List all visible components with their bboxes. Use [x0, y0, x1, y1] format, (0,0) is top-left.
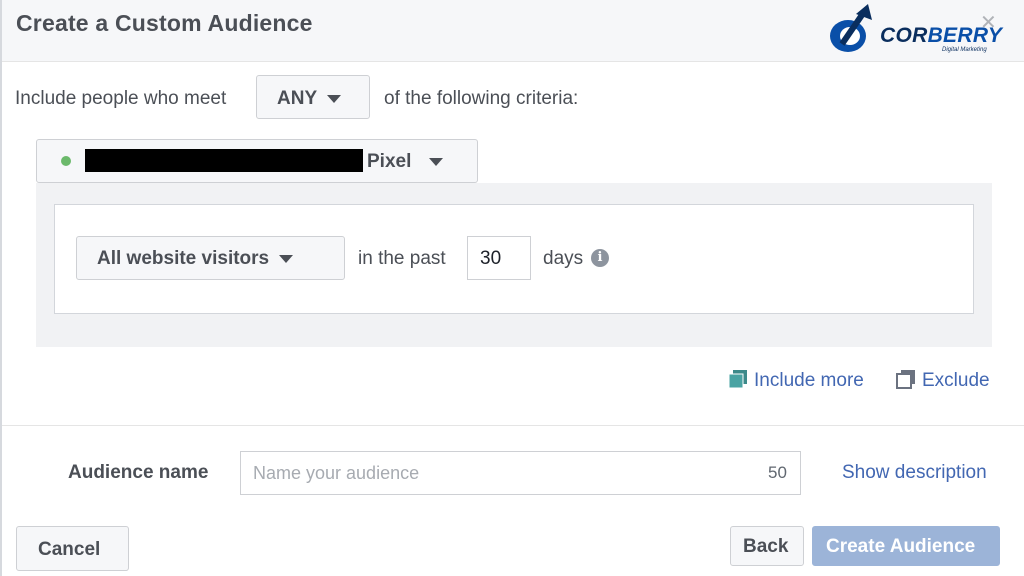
status-dot-icon: [61, 156, 71, 166]
chevron-down-icon: [279, 254, 294, 263]
cancel-button[interactable]: Cancel: [16, 526, 129, 571]
logo-tagline: Digital Marketing: [942, 47, 987, 53]
chevron-down-icon: [327, 94, 342, 103]
character-count: 50: [768, 463, 787, 482]
days-label: days: [543, 248, 584, 269]
criteria-suffix: of the following criteria:: [384, 88, 579, 109]
audience-name-label: Audience name: [68, 462, 209, 483]
visitors-type-dropdown[interactable]: All website visitors: [76, 236, 345, 280]
audience-name-input[interactable]: [240, 451, 801, 495]
pixel-label: Pixel: [367, 151, 444, 173]
dialog-title: Create a Custom Audience: [16, 10, 313, 36]
days-input[interactable]: 30: [467, 236, 531, 280]
visitors-type-value: All website visitors: [97, 248, 270, 269]
create-audience-button[interactable]: Create Audience: [812, 526, 1000, 566]
dialog-header: Create a Custom Audience ✕ CORBERRY Digi…: [2, 0, 1024, 62]
match-type-value: ANY: [277, 88, 318, 109]
logo-wordmark: CORBERRY: [880, 24, 1003, 47]
logo-arrow-icon: [830, 4, 872, 52]
show-description-link[interactable]: Show description: [842, 462, 987, 484]
redacted-pixel-name: [85, 149, 363, 172]
exclude-link[interactable]: Exclude: [922, 370, 990, 392]
info-icon[interactable]: i: [591, 249, 609, 267]
in-the-past-label: in the past: [358, 248, 446, 269]
back-button[interactable]: Back: [730, 526, 804, 566]
criteria-prefix: Include people who meet: [15, 88, 227, 109]
exclude-icon: [896, 370, 915, 389]
custom-audience-dialog: Create a Custom Audience ✕ CORBERRY Digi…: [0, 0, 1024, 576]
include-more-link[interactable]: Include more: [754, 370, 864, 392]
chevron-down-icon: [429, 157, 444, 166]
match-type-dropdown[interactable]: ANY: [256, 75, 370, 119]
include-more-icon: [728, 370, 747, 389]
corberry-logo: CORBERRY Digital Marketing: [824, 2, 1004, 58]
section-divider: [2, 425, 1024, 426]
pixel-source-dropdown[interactable]: Pixel: [36, 139, 478, 183]
